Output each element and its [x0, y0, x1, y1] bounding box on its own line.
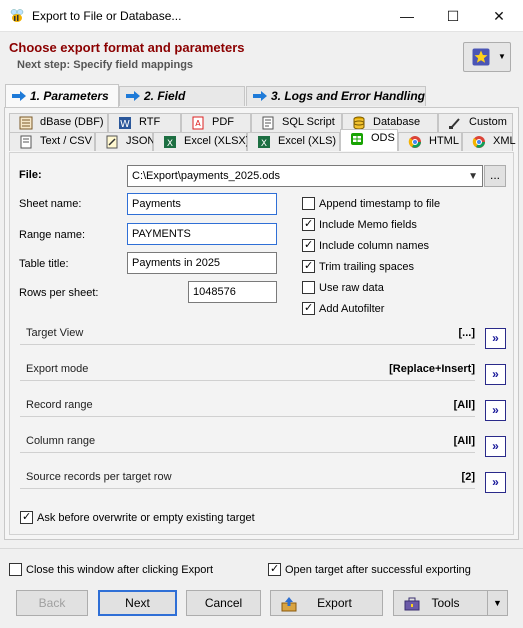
tab-format-excel-xls[interactable]: X Excel (XLS): [247, 132, 340, 151]
ods-icon: [351, 133, 363, 145]
brush-icon: [449, 118, 460, 129]
tab-format-sql-script[interactable]: SQL Script: [251, 113, 342, 132]
export-mode-button[interactable]: »: [485, 364, 506, 385]
page-title: Choose export format and parameters: [9, 40, 245, 55]
tab-format-custom[interactable]: Custom: [438, 113, 513, 132]
tab-format-ods[interactable]: ODS: [340, 129, 398, 151]
pdf-icon: A: [192, 116, 204, 130]
next-step-hint: Next step: Specify field mappings: [17, 59, 194, 71]
tab-format-xml[interactable]: XML: [462, 132, 516, 151]
ods-options-panel: File: C:\Export\payments_2025.ods ▼ ... …: [9, 152, 514, 535]
chevron-down-icon: ▼: [498, 52, 506, 61]
json-icon: [106, 135, 118, 149]
footer-divider: [0, 548, 523, 549]
checkmark-icon: ✓: [304, 239, 314, 251]
checkmark-icon: ✓: [304, 218, 314, 230]
arrow-right-icon: [253, 91, 267, 101]
minimize-button[interactable]: —: [384, 0, 430, 32]
back-button[interactable]: Back: [16, 590, 88, 616]
tab-format-json[interactable]: JSON: [95, 132, 155, 151]
target-view-button[interactable]: »: [485, 328, 506, 349]
window-title: Export to File or Database...: [32, 9, 182, 23]
include-memo-checkbox[interactable]: ✓ Include Memo fields: [302, 218, 417, 234]
wizard-header: Choose export format and parameters Next…: [0, 32, 523, 84]
rtf-icon: W: [119, 117, 131, 130]
browser-icon: [408, 136, 421, 148]
svg-text:X: X: [167, 139, 173, 149]
sheet-name-input[interactable]: Payments: [127, 193, 277, 215]
checkmark-icon: ✓: [304, 302, 314, 314]
checkmark-icon: ✓: [304, 260, 314, 272]
excel-icon: X: [164, 136, 176, 149]
tab-format-html[interactable]: HTML: [398, 132, 462, 151]
add-autofilter-checkbox[interactable]: ✓ Add Autofilter: [302, 302, 384, 318]
export-mode-group: Export mode [Replace+Insert]: [20, 361, 475, 381]
open-target-after-export-checkbox[interactable]: ✓ Open target after successful exporting: [268, 563, 471, 579]
star-icon: [472, 48, 490, 66]
dbase-icon: [19, 116, 33, 130]
table-title-label: Table title:: [19, 258, 69, 270]
tab-format-excel-xlsx[interactable]: X Excel (XLSX): [153, 132, 249, 151]
column-range-button[interactable]: »: [485, 436, 506, 457]
file-label: File:: [19, 169, 42, 181]
browser-icon: [472, 136, 485, 148]
table-title-input[interactable]: Payments in 2025: [127, 252, 277, 274]
arrow-right-icon: [126, 91, 140, 101]
export-icon: [281, 597, 297, 612]
file-path-combo[interactable]: C:\Export\payments_2025.ods ▼: [127, 165, 483, 187]
app-bee-icon: [10, 9, 24, 22]
range-name-input[interactable]: PAYMENTS: [127, 223, 277, 245]
range-name-label: Range name:: [19, 229, 86, 241]
maximize-button[interactable]: ☐: [430, 0, 476, 32]
next-button[interactable]: Next: [98, 590, 177, 616]
text-file-icon: [20, 135, 32, 149]
export-button[interactable]: Export: [270, 590, 383, 616]
cancel-button[interactable]: Cancel: [186, 590, 261, 616]
trim-trailing-spaces-checkbox[interactable]: ✓ Trim trailing spaces: [302, 260, 414, 276]
tab-field-mappings[interactable]: 2. Field Mappings: [119, 86, 245, 121]
tools-dropdown-caret[interactable]: ▼: [487, 591, 507, 615]
tab-parameters[interactable]: 1. Parameters: [5, 84, 119, 108]
favorites-button[interactable]: ▼: [463, 42, 511, 72]
sheet-name-label: Sheet name:: [19, 198, 82, 210]
close-after-export-checkbox[interactable]: Close this window after clicking Export: [9, 563, 213, 579]
tab-format-rtf[interactable]: W RTF: [108, 113, 181, 132]
chevron-down-icon: ▼: [468, 171, 478, 182]
append-timestamp-checkbox[interactable]: Append timestamp to file: [302, 197, 440, 213]
include-column-names-checkbox[interactable]: ✓ Include column names: [302, 239, 429, 255]
ask-before-overwrite-checkbox[interactable]: ✓ Ask before overwrite or empty existing…: [20, 511, 255, 527]
tools-button[interactable]: Tools ▼: [393, 590, 508, 616]
target-view-group: Target View [...]: [20, 325, 475, 345]
rows-per-sheet-label: Rows per sheet:: [19, 287, 99, 299]
record-range-group: Record range [All]: [20, 397, 475, 417]
checkmark-icon: ✓: [270, 563, 280, 575]
svg-text:W: W: [120, 119, 130, 130]
svg-text:X: X: [261, 139, 267, 149]
database-icon: [353, 116, 365, 130]
title-bar: Export to File or Database... — ☐ ✕: [0, 0, 523, 32]
arrow-right-icon: [12, 91, 26, 101]
checkmark-icon: ✓: [22, 511, 32, 523]
use-raw-data-checkbox[interactable]: Use raw data: [302, 281, 384, 297]
source-records-button[interactable]: »: [485, 472, 506, 493]
svg-text:A: A: [195, 119, 201, 128]
wizard-step-tabs: 1. Parameters 2. Field Mappings 3. Logs …: [0, 84, 523, 121]
rows-per-sheet-input[interactable]: 1048576: [188, 281, 277, 303]
browse-button[interactable]: ...: [484, 165, 506, 187]
excel-icon: X: [258, 136, 270, 149]
tab-logs-error-handling[interactable]: 3. Logs and Error Handling: [246, 86, 426, 106]
tab-format-dbase[interactable]: dBase (DBF): [9, 113, 108, 132]
tab-format-pdf[interactable]: A PDF: [181, 113, 251, 132]
script-icon: [262, 116, 274, 130]
close-button[interactable]: ✕: [476, 0, 522, 32]
toolbox-icon: [404, 597, 420, 611]
tab-format-text-csv[interactable]: Text / CSV: [9, 132, 95, 151]
source-records-group: Source records per target row [2]: [20, 469, 475, 489]
column-range-group: Column range [All]: [20, 433, 475, 453]
record-range-button[interactable]: »: [485, 400, 506, 421]
